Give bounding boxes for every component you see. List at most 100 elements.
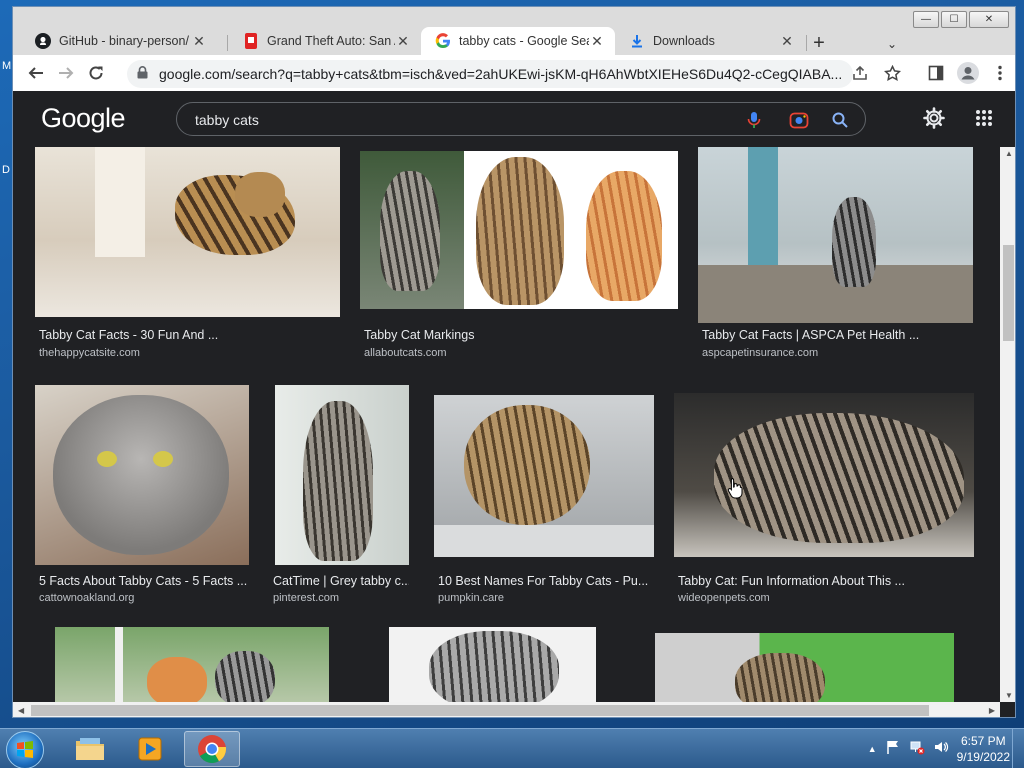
taskbar-media-player-icon[interactable] (122, 731, 178, 767)
forward-arrow-icon[interactable] (51, 58, 81, 88)
kebab-menu-icon[interactable] (985, 58, 1015, 88)
image-result[interactable]: 5 Facts About Tabby Cats - 5 Facts ... c… (35, 385, 249, 609)
side-panel-icon[interactable] (921, 58, 951, 88)
scroll-up-arrow-icon[interactable]: ▲ (1005, 149, 1013, 158)
settings-gear-icon[interactable] (921, 105, 947, 131)
scroll-down-arrow-icon[interactable]: ▼ (1005, 691, 1013, 700)
system-tray: ▲ 6:57 PM 9/19/2022 (868, 733, 1010, 765)
result-caption[interactable]: Tabby Cat Facts | ASPCA Pet Health ... (702, 328, 964, 342)
result-caption[interactable]: 10 Best Names For Tabby Cats - Pu... (438, 574, 650, 588)
desktop-icon-label[interactable]: M (2, 60, 12, 72)
curtain-shape (95, 147, 145, 257)
reload-icon[interactable] (81, 58, 111, 88)
tab-search-button[interactable]: ⌄ (887, 37, 897, 51)
tab-gta[interactable]: Grand Theft Auto: San A ✕ (229, 27, 421, 55)
result-thumbnail-image[interactable] (434, 395, 654, 557)
result-source[interactable]: thehappycatsite.com (39, 347, 140, 359)
close-tab-icon[interactable]: ✕ (395, 33, 411, 50)
result-caption[interactable]: CatTime | Grey tabby c... (273, 574, 409, 588)
download-icon (629, 33, 645, 49)
search-input[interactable] (195, 110, 715, 130)
close-tab-icon[interactable]: ✕ (589, 33, 605, 50)
cat-shape (735, 653, 825, 703)
cat-shape (476, 157, 564, 305)
address-bar[interactable]: google.com/search?q=tabby+cats&tbm=isch&… (127, 60, 853, 88)
url-text: google.com/search?q=tabby+cats&tbm=isch&… (159, 66, 843, 82)
start-button-windows-orb-icon[interactable] (6, 731, 44, 768)
result-source[interactable]: aspcapetinsurance.com (702, 347, 818, 359)
tab-title: Grand Theft Auto: San A (267, 34, 395, 48)
image-result[interactable]: Tabby Cat Markings allaboutcats.com (360, 147, 678, 367)
result-thumbnail-image[interactable] (55, 627, 329, 703)
tab-title: GitHub - binary-person/ (59, 34, 189, 48)
action-center-flag-icon[interactable] (885, 739, 901, 760)
network-icon[interactable] (909, 739, 925, 760)
result-thumbnail-image[interactable] (698, 147, 973, 323)
result-source[interactable]: cattownoakland.org (39, 592, 134, 604)
vertical-scrollbar[interactable]: ▲ ▼ (1000, 147, 1015, 702)
result-thumbnail-image[interactable] (360, 151, 678, 309)
window-frame-shape (115, 627, 123, 703)
back-arrow-icon[interactable] (21, 58, 51, 88)
tab-github[interactable]: GitHub - binary-person/ ✕ (21, 27, 217, 55)
cat-shape (303, 401, 373, 561)
result-source[interactable]: allaboutcats.com (364, 347, 447, 359)
mouse-cursor-hand-icon (727, 477, 743, 504)
cat-face-shape (53, 395, 229, 555)
taskbar-file-explorer-icon[interactable] (62, 731, 118, 767)
vertical-scroll-thumb[interactable] (1003, 245, 1014, 341)
cat-shape (586, 171, 662, 301)
result-caption[interactable]: 5 Facts About Tabby Cats - 5 Facts ... (39, 574, 247, 588)
new-tab-button[interactable]: + (808, 33, 830, 55)
image-result[interactable] (655, 633, 954, 703)
result-caption[interactable]: Tabby Cat Markings (364, 328, 664, 342)
google-lens-camera-icon[interactable] (788, 109, 810, 131)
result-source[interactable]: pinterest.com (273, 592, 339, 604)
volume-speaker-icon[interactable] (933, 739, 949, 760)
result-thumbnail-image[interactable] (655, 633, 954, 703)
search-icon[interactable] (829, 109, 851, 131)
desktop-icon-label[interactable]: D (2, 164, 12, 176)
google-apps-grid-icon[interactable] (971, 105, 997, 131)
tab-title: tabby cats - Google Sea (459, 34, 589, 48)
close-tab-icon[interactable]: ✕ (779, 33, 795, 50)
cat-shape (832, 197, 876, 287)
share-icon[interactable] (845, 58, 875, 88)
image-result[interactable]: CatTime | Grey tabby c... pinterest.com (273, 385, 409, 609)
result-thumbnail-image[interactable] (35, 147, 340, 317)
tab-divider (227, 35, 228, 51)
google-images-page: Google tabby cats Tabby Cat Facts - 30 F… (13, 91, 1015, 717)
close-tab-icon[interactable]: ✕ (191, 33, 207, 50)
bookmark-red-icon (243, 33, 259, 49)
image-result[interactable]: Tabby Cat Facts | ASPCA Pet Health ... a… (698, 147, 973, 367)
taskbar-chrome-icon[interactable] (184, 731, 240, 767)
image-result[interactable] (389, 627, 596, 703)
image-result[interactable]: 10 Best Names For Tabby Cats - Pu... pum… (434, 385, 654, 609)
google-g-icon (435, 33, 451, 49)
microphone-icon[interactable] (743, 109, 765, 131)
image-result[interactable] (55, 627, 329, 703)
result-caption[interactable]: Tabby Cat Facts - 30 Fun And ... (39, 328, 329, 342)
result-caption[interactable]: Tabby Cat: Fun Information About This ..… (678, 574, 968, 588)
profile-avatar-icon[interactable] (953, 58, 983, 88)
result-thumbnail-image[interactable] (389, 627, 596, 703)
scroll-right-arrow-icon[interactable]: ▶ (989, 706, 995, 715)
result-source[interactable]: pumpkin.care (438, 592, 504, 604)
bookmark-star-icon[interactable] (877, 58, 907, 88)
windows-taskbar: ▲ 6:57 PM 9/19/2022 (0, 728, 1024, 768)
result-thumbnail-image[interactable] (35, 385, 249, 565)
horizontal-scrollbar[interactable]: ◀ ▶ (13, 702, 1000, 717)
result-thumbnail-image[interactable] (674, 393, 974, 557)
result-thumbnail-image[interactable] (275, 385, 409, 565)
result-source[interactable]: wideopenpets.com (678, 592, 770, 604)
tab-downloads[interactable]: Downloads ✕ (615, 27, 805, 55)
tab-google-search[interactable]: tabby cats - Google Sea ✕ (421, 27, 615, 55)
image-result[interactable]: Tabby Cat: Fun Information About This ..… (674, 385, 974, 609)
scroll-left-arrow-icon[interactable]: ◀ (18, 706, 24, 715)
tray-expand-arrow-icon[interactable]: ▲ (868, 744, 877, 754)
system-clock[interactable]: 6:57 PM 9/19/2022 (957, 733, 1010, 765)
show-desktop-button[interactable] (1012, 729, 1024, 768)
image-result[interactable]: Tabby Cat Facts - 30 Fun And ... thehapp… (35, 147, 340, 367)
horizontal-scroll-thumb[interactable] (31, 705, 929, 716)
google-logo[interactable]: Google (41, 103, 126, 134)
